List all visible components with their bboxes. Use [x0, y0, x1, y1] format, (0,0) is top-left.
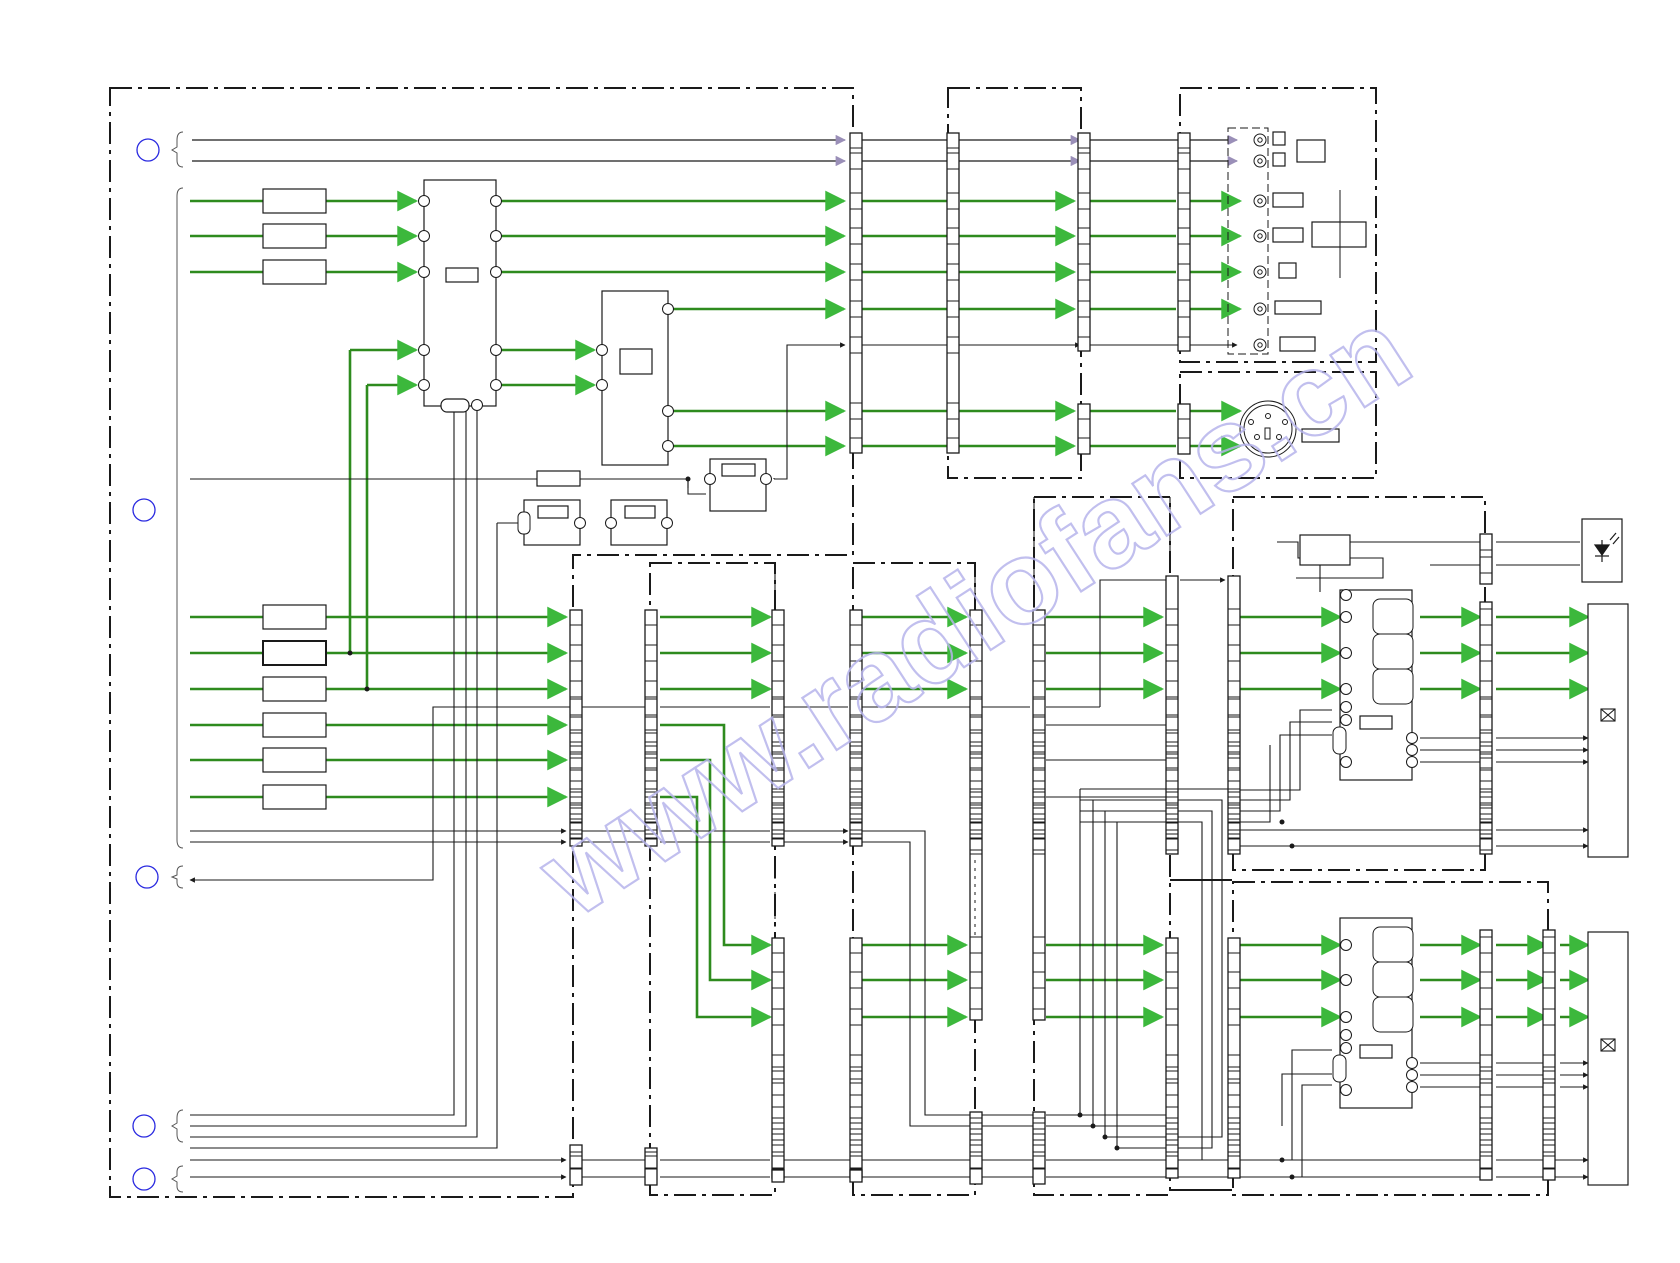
- buffer-label: [721, 463, 756, 477]
- processor-label-box: [619, 348, 653, 375]
- filter-block: [262, 259, 327, 285]
- jack-label: [1272, 131, 1286, 146]
- filter-block: [262, 676, 327, 702]
- jack-group-label: [1311, 221, 1367, 248]
- blocks: [262, 131, 1629, 1186]
- junction-dots: [347, 476, 1295, 1180]
- jack-label: [1272, 227, 1304, 243]
- filter-block: [262, 747, 327, 773]
- filter-block: [262, 223, 327, 249]
- solid-outlines: [1170, 879, 1232, 1191]
- jack-label: [1272, 192, 1304, 208]
- jack-label: [1279, 336, 1316, 352]
- amp-board-c-outline: [1033, 496, 1171, 1196]
- ic-bottom-pin: [440, 398, 470, 413]
- marker-circles: [132, 138, 160, 1191]
- speaker-terminal-b: [1587, 931, 1629, 1186]
- jack-label: [1272, 152, 1286, 167]
- ic-label-box: [445, 267, 479, 283]
- resistor-block: [536, 470, 581, 487]
- marker-circle: [136, 138, 160, 162]
- driver-ic: [1299, 534, 1351, 566]
- jack-label: [1278, 262, 1297, 279]
- filter-block: [262, 784, 327, 810]
- brackets: [170, 131, 184, 1193]
- ic-label-b: [1359, 1044, 1393, 1059]
- processor-ic: [601, 290, 669, 466]
- ic-label-a: [1359, 715, 1393, 730]
- din-label: [1301, 428, 1340, 443]
- regulator-label-a: [537, 505, 569, 519]
- marker-circle: [132, 498, 156, 522]
- filter-block: [262, 188, 327, 214]
- marker-circle: [135, 865, 159, 889]
- marker-circle: [132, 1114, 156, 1138]
- dividers: [774, 860, 976, 935]
- filter-block: [262, 712, 327, 738]
- amp-board-a-outline: [649, 562, 776, 1196]
- schematic-diagram: [109, 87, 1629, 1198]
- filter-block: [262, 640, 327, 666]
- jack-board-outline: [947, 87, 1082, 479]
- amp-board-b-outline: [852, 562, 976, 1196]
- jack-label: [1274, 300, 1322, 315]
- regulator-label-b: [624, 505, 656, 519]
- speaker-terminal-a: [1587, 603, 1629, 858]
- filter-block: [262, 604, 327, 630]
- jack-label: [1296, 139, 1326, 163]
- marker-circle: [132, 1167, 156, 1191]
- selector-ic: [423, 179, 497, 407]
- jacks: [1227, 127, 1341, 458]
